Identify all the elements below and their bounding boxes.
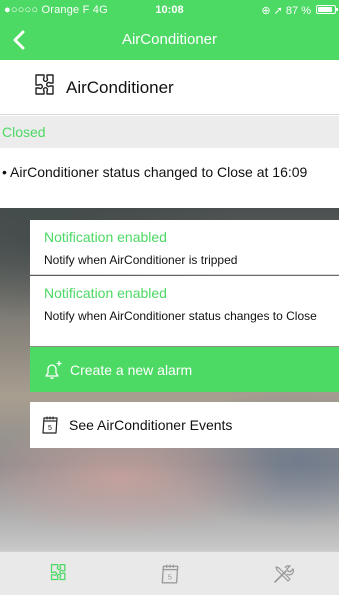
status-bar: ●○○○○ Orange F 4G 10:08 ⊕ ➚ 87 % [0, 0, 339, 20]
history-entry: • AirConditioner status changed to Close… [0, 148, 339, 208]
svg-text:5: 5 [168, 573, 172, 582]
tab-bar: 5 [0, 551, 339, 595]
tab-events[interactable]: 5 [113, 552, 226, 596]
notification-description: Notify when AirConditioner status change… [44, 309, 317, 323]
calendar-icon: 5 [42, 416, 58, 434]
battery-fill [318, 7, 332, 12]
see-events-button[interactable]: 5 See AirConditioner Events [30, 402, 339, 448]
notification-tripped[interactable]: Notification enabled Notify when AirCond… [30, 220, 339, 275]
notification-title: Notification enabled [44, 229, 167, 245]
device-state: Closed [2, 124, 46, 140]
device-name: AirConditioner [66, 78, 174, 97]
create-alarm-label: Create a new alarm [70, 362, 193, 378]
page-title: AirConditioner [121, 31, 218, 48]
bell-add-icon [45, 361, 62, 379]
see-events-label: See AirConditioner Events [69, 417, 233, 433]
navigation-bar: AirConditioner [0, 20, 339, 60]
create-alarm-button[interactable]: Create a new alarm [30, 347, 339, 392]
tools-icon [274, 565, 294, 583]
battery-icon [316, 5, 338, 14]
tab-settings[interactable] [226, 552, 339, 596]
puzzle-icon [50, 563, 66, 581]
history-text: • AirConditioner status changed to Close… [2, 164, 308, 180]
status-indicators: ⊕ ➚ 87 % [261, 5, 311, 17]
notification-description: Notify when AirConditioner is tripped [44, 253, 238, 267]
device-header: AirConditioner [0, 60, 339, 115]
calendar-icon: 5 [161, 564, 179, 584]
notification-title: Notification enabled [44, 285, 167, 301]
tab-devices[interactable] [0, 552, 113, 596]
device-state-row: Closed [0, 116, 339, 148]
puzzle-icon [35, 74, 54, 95]
notification-status-change[interactable]: Notification enabled Notify when AirCond… [30, 276, 339, 346]
svg-text:5: 5 [48, 425, 52, 432]
